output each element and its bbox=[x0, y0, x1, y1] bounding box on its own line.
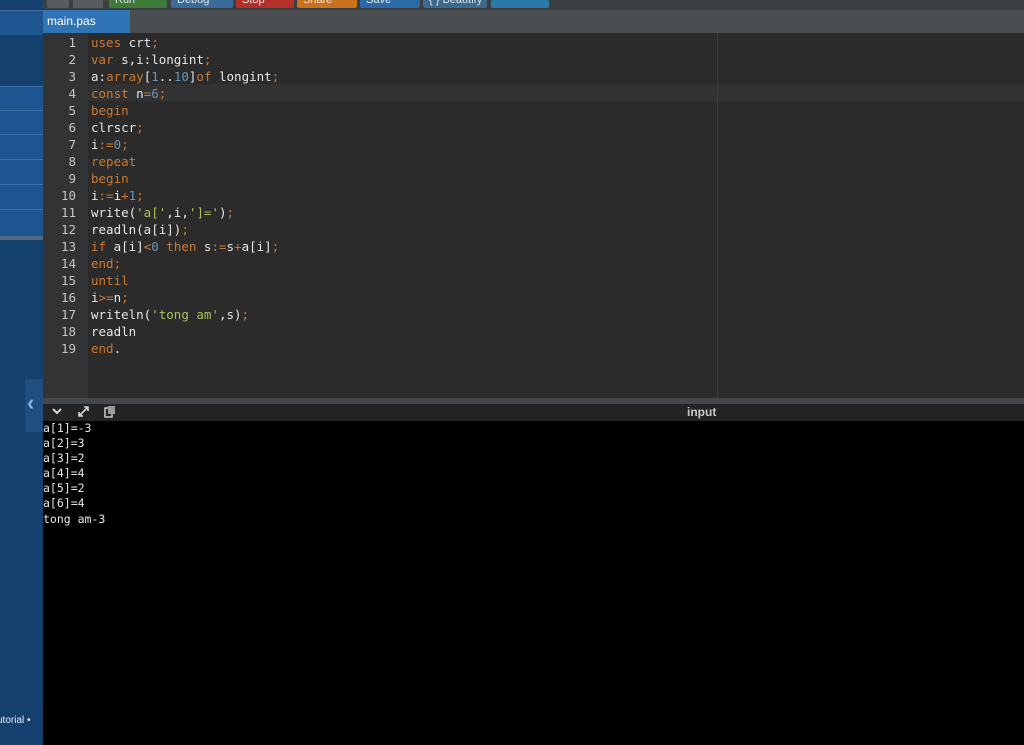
line-number: 18 bbox=[60, 324, 76, 339]
console-line: a[1]=-3 bbox=[43, 421, 92, 435]
sidebar-item[interactable] bbox=[0, 159, 43, 184]
code-line: var s,i:longint; bbox=[91, 52, 212, 67]
new-file-button[interactable] bbox=[47, 0, 69, 8]
code-line: i:=0; bbox=[91, 137, 129, 152]
console-line: a[3]=2 bbox=[43, 451, 85, 465]
line-number: 10 bbox=[60, 188, 76, 203]
sidebar-item[interactable] bbox=[0, 110, 43, 135]
beautify-button[interactable]: { } Beautify bbox=[423, 0, 487, 8]
code-line: readln bbox=[91, 324, 137, 339]
line-number: 2 bbox=[68, 52, 76, 67]
code-line: clrscr; bbox=[91, 120, 144, 135]
stop-button[interactable]: Stop bbox=[236, 0, 294, 8]
save-button[interactable]: Save bbox=[360, 0, 420, 8]
active-line-highlight bbox=[88, 84, 1024, 101]
code-line: until bbox=[91, 273, 129, 288]
code-line: const n=6; bbox=[91, 86, 167, 101]
line-number: 15 bbox=[60, 273, 76, 288]
line-number: 14 bbox=[60, 256, 76, 271]
code-line: write('a[',i,']='); bbox=[91, 205, 235, 220]
line-number: 19 bbox=[60, 341, 76, 356]
line-number: 5 bbox=[68, 103, 76, 118]
line-number: 16 bbox=[60, 290, 76, 305]
code-line: i:=i+1; bbox=[91, 188, 144, 203]
line-number: 9 bbox=[68, 171, 76, 186]
line-number: 8 bbox=[68, 154, 76, 169]
code-line: begin bbox=[91, 103, 129, 118]
line-number: 6 bbox=[68, 120, 76, 135]
file-tab-main[interactable]: main.pas bbox=[43, 10, 130, 33]
copy-icon[interactable] bbox=[104, 405, 116, 422]
code-line: i>=n; bbox=[91, 290, 129, 305]
collapse-left-icon: ‹ bbox=[27, 390, 35, 415]
code-line: uses crt; bbox=[91, 35, 159, 50]
sidebar-item[interactable] bbox=[0, 86, 43, 111]
line-number: 17 bbox=[60, 307, 76, 322]
debug-button[interactable]: Debug bbox=[171, 0, 233, 8]
print-margin bbox=[717, 33, 718, 398]
sidebar-item[interactable] bbox=[0, 184, 43, 209]
line-number: 3 bbox=[68, 69, 76, 84]
console-line: a[5]=2 bbox=[43, 481, 85, 495]
file-tab-bar: main.pas bbox=[43, 10, 1024, 33]
code-line: readln(a[i]); bbox=[91, 222, 189, 237]
console-output[interactable]: a[1]=-3 a[2]=3 a[3]=2 a[4]=4 a[5]=2 a[6]… bbox=[43, 421, 1024, 745]
expand-icon[interactable] bbox=[77, 405, 90, 422]
code-line: end. bbox=[91, 341, 122, 356]
line-number: 7 bbox=[68, 137, 76, 152]
console-line: a[6]=4 bbox=[43, 496, 85, 510]
line-number: 4 bbox=[68, 86, 76, 101]
code-line: a:array[1..10]of longint; bbox=[91, 69, 280, 84]
line-number: 12 bbox=[60, 222, 76, 237]
io-panel-header: input bbox=[43, 404, 1024, 421]
upload-button[interactable] bbox=[73, 0, 103, 8]
share-button[interactable]: Share bbox=[297, 0, 357, 8]
console-line: a[4]=4 bbox=[43, 466, 85, 480]
sidebar-item[interactable] bbox=[0, 209, 43, 234]
collapse-sidebar-button[interactable]: ‹ bbox=[25, 379, 43, 432]
sidebar-divider bbox=[0, 236, 43, 240]
sidebar-item[interactable] bbox=[0, 10, 43, 35]
sidebar-tutorial-link[interactable]: utorial • bbox=[0, 715, 31, 726]
code-line: repeat bbox=[91, 154, 137, 169]
console-line: a[2]=3 bbox=[43, 436, 85, 450]
left-sidebar: utorial • bbox=[0, 0, 43, 745]
code-editor[interactable]: 1 2 3 4 5 6 7 8 9 10 11 12 13 14 15 16 1… bbox=[43, 33, 1024, 398]
run-button[interactable]: Run bbox=[109, 0, 167, 8]
code-line: begin bbox=[91, 171, 129, 186]
line-number: 11 bbox=[60, 205, 76, 220]
chevron-down-icon[interactable] bbox=[51, 405, 63, 421]
line-number: 1 bbox=[68, 35, 76, 50]
code-line: writeln('tong am',s); bbox=[91, 307, 250, 322]
download-button[interactable] bbox=[491, 0, 549, 8]
io-panel-label[interactable]: input bbox=[687, 404, 716, 421]
code-line: end; bbox=[91, 256, 122, 271]
toolbar: Run Debug Stop Share Save { } Beautify bbox=[43, 0, 1024, 10]
console-line: tong am-3 bbox=[43, 512, 106, 526]
line-number: 13 bbox=[60, 239, 76, 254]
sidebar-item[interactable] bbox=[0, 134, 43, 159]
code-line: if a[i]<0 then s:=s+a[i]; bbox=[91, 239, 280, 254]
